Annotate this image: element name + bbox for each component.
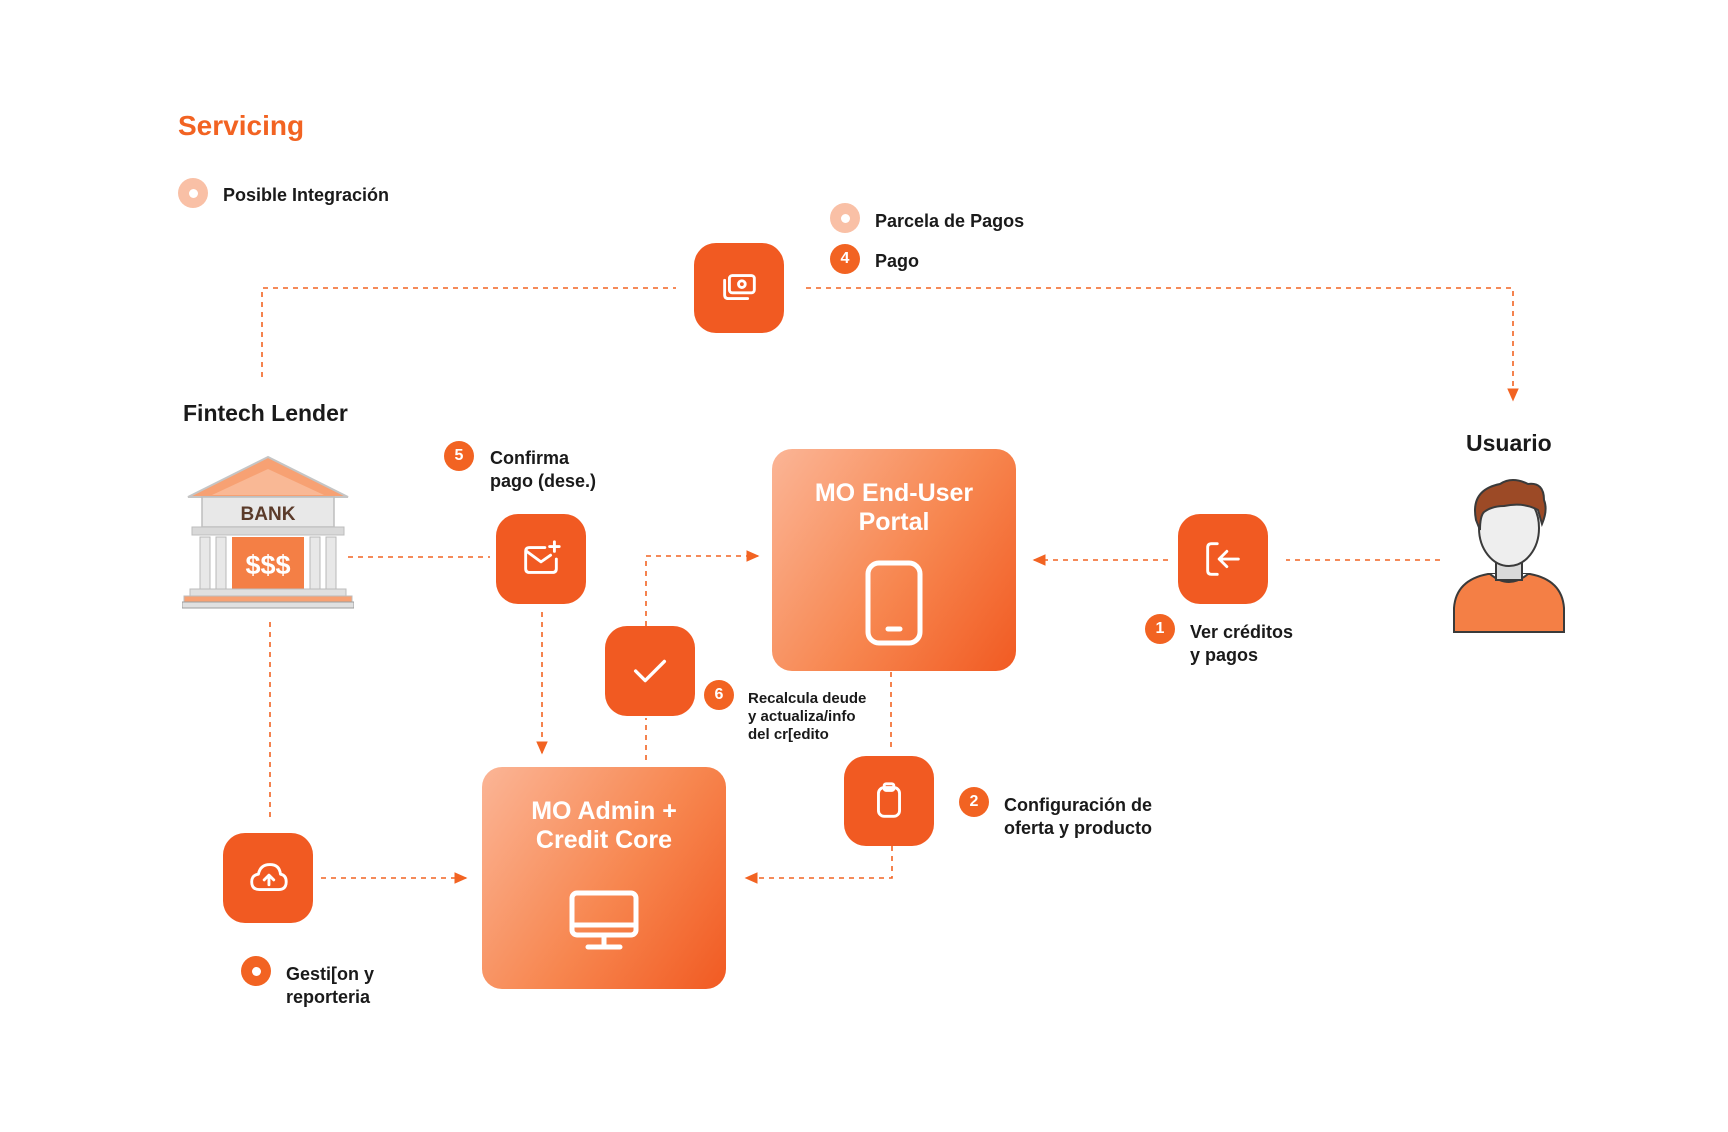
check-icon <box>633 659 667 683</box>
user-avatar <box>1453 479 1565 633</box>
step-2-line2: oferta y producto <box>1004 818 1153 838</box>
cloud-upload-icon <box>250 863 288 891</box>
page-title: Servicing <box>178 110 305 141</box>
lender-title: Fintech Lender <box>183 400 348 426</box>
step-2-number: 2 <box>959 787 989 817</box>
legend-integration-label: Posible Integración <box>223 185 390 205</box>
bank-icon: BANK $$$ <box>182 455 354 609</box>
step-4-number: 4 <box>830 244 860 274</box>
money-icon <box>723 274 756 300</box>
end-user-portal-title: MO End-User Portal <box>814 479 974 536</box>
step-4-label: Pago <box>875 251 920 271</box>
connector-lender-payment <box>261 287 676 377</box>
legend-installment-dot <box>830 203 860 233</box>
step-6-line3: del cr[edito <box>748 726 829 743</box>
bank-sign-text: BANK <box>241 504 296 525</box>
recalculate-icon-box[interactable] <box>605 626 695 716</box>
legend-installment-label: Parcela de Pagos <box>875 211 1025 231</box>
step-5-line1: Confirma <box>490 448 570 468</box>
step-2-line1: Configuración de <box>1004 795 1152 815</box>
step-1-line2: y pagos <box>1190 645 1259 665</box>
management-line2: reporteria <box>286 987 371 1007</box>
login-icon <box>1206 542 1240 576</box>
admin-credit-core-title: MO Admin + Credit Core <box>531 797 677 854</box>
connector-payment-user <box>806 287 1519 402</box>
bank-money-text: $$$ <box>245 550 290 580</box>
end-user-portal-box[interactable]: MO End-User Portal <box>772 449 1016 671</box>
step-6-number: 6 <box>704 680 734 710</box>
smartphone-icon <box>865 560 923 646</box>
user-title: Usuario <box>1466 430 1552 456</box>
mail-plus-icon <box>524 540 561 574</box>
clipboard-icon <box>877 782 901 818</box>
management-line1: Gesti[on y <box>286 964 375 984</box>
legend-integration-dot <box>178 178 208 208</box>
step-6-line2: y actualiza/info <box>748 708 856 725</box>
login-icon-box[interactable] <box>1178 514 1268 604</box>
connector-check-portal <box>645 550 760 626</box>
step-5-line2: pago (dese.) <box>490 471 597 491</box>
step-1-number: 1 <box>1145 614 1175 644</box>
connector-config-admin <box>744 846 893 884</box>
confirm-payment-icon-box[interactable] <box>496 514 586 604</box>
step-6-line1: Recalcula deude <box>748 690 867 707</box>
upload-icon-box[interactable] <box>223 833 313 923</box>
config-icon-box[interactable] <box>844 756 934 846</box>
monitor-icon <box>569 890 639 950</box>
management-dot <box>241 956 271 986</box>
step-5-number: 5 <box>444 441 474 471</box>
payment-icon-box[interactable] <box>694 243 784 333</box>
step-1-line1: Ver créditos <box>1190 622 1294 642</box>
admin-credit-core-box[interactable]: MO Admin + Credit Core <box>482 767 726 989</box>
